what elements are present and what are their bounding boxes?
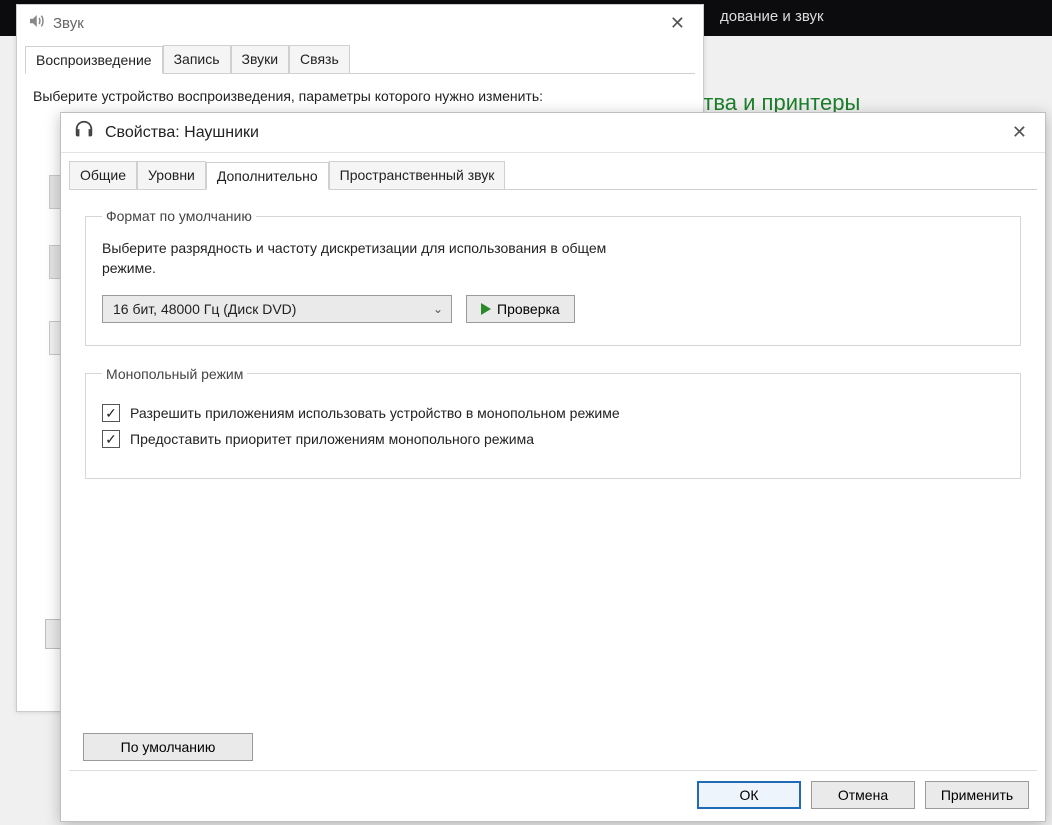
tab-levels[interactable]: Уровни [137,161,206,189]
restore-defaults-button[interactable]: По умолчанию [83,733,253,761]
tab-general[interactable]: Общие [69,161,137,189]
headphones-icon [73,119,95,146]
restore-defaults-label: По умолчанию [98,739,238,755]
tab-spatial[interactable]: Пространственный звук [329,161,506,189]
properties-footer: ОК Отмена Применить [697,781,1029,809]
tab-spatial-label: Пространственный звук [340,167,495,183]
properties-dialog: Свойства: Наушники ✕ Общие Уровни Дополн… [60,112,1046,822]
ok-button-label: ОК [739,787,758,803]
background-header-text: дование и звук [720,8,824,25]
ok-button[interactable]: ОК [697,781,801,809]
close-icon[interactable]: ✕ [660,9,695,38]
cancel-button[interactable]: Отмена [811,781,915,809]
tab-communications[interactable]: Связь [289,45,350,73]
sound-window-titlebar: Звук ✕ [17,5,703,41]
checkbox-priority-exclusive[interactable]: ✓ [102,430,120,448]
group-default-format: Формат по умолчанию Выберите разрядность… [85,208,1021,346]
tab-playback[interactable]: Воспроизведение [25,46,163,74]
speaker-icon [27,12,45,34]
format-combobox[interactable]: 16 бит, 48000 Гц (Диск DVD) ⌄ [102,295,452,323]
default-format-description: Выберите разрядность и частоту дискретиз… [102,238,622,279]
test-button[interactable]: Проверка [466,295,575,323]
checkbox-allow-exclusive-label: Разрешить приложениям использовать устро… [130,405,620,421]
apply-button-label: Применить [941,787,1013,803]
group-default-format-legend: Формат по умолчанию [102,208,256,224]
properties-title: Свойства: Наушники [105,124,259,142]
tab-advanced[interactable]: Дополнительно [206,162,329,190]
tab-recording[interactable]: Запись [163,45,231,73]
tab-recording-label: Запись [174,51,220,67]
close-icon[interactable]: ✕ [1002,118,1037,147]
cancel-button-label: Отмена [838,787,888,803]
format-selected-value: 16 бит, 48000 Гц (Диск DVD) [113,301,296,317]
group-exclusive-legend: Монопольный режим [102,366,247,382]
chevron-down-icon: ⌄ [433,302,443,316]
sound-window-title: Звук [53,15,84,32]
footer-divider [69,770,1037,771]
tab-playback-label: Воспроизведение [36,52,152,68]
test-button-label: Проверка [497,301,560,317]
tab-general-label: Общие [80,167,126,183]
tab-sounds-label: Звуки [242,51,279,67]
checkbox-priority-exclusive-label: Предоставить приоритет приложениям моноп… [130,431,534,447]
tab-communications-label: Связь [300,51,339,67]
tab-sounds[interactable]: Звуки [231,45,290,73]
group-exclusive-mode: Монопольный режим ✓ Разрешить приложения… [85,366,1021,479]
checkbox-allow-exclusive[interactable]: ✓ [102,404,120,422]
tab-advanced-label: Дополнительно [217,168,318,184]
properties-titlebar: Свойства: Наушники ✕ [61,113,1045,153]
properties-tabs: Общие Уровни Дополнительно Пространствен… [69,161,1037,190]
tab-levels-label: Уровни [148,167,195,183]
sound-tabs: Воспроизведение Запись Звуки Связь [25,45,695,74]
apply-button[interactable]: Применить [925,781,1029,809]
sound-instruction: Выберите устройство воспроизведения, пар… [25,74,695,108]
play-icon [481,303,491,315]
